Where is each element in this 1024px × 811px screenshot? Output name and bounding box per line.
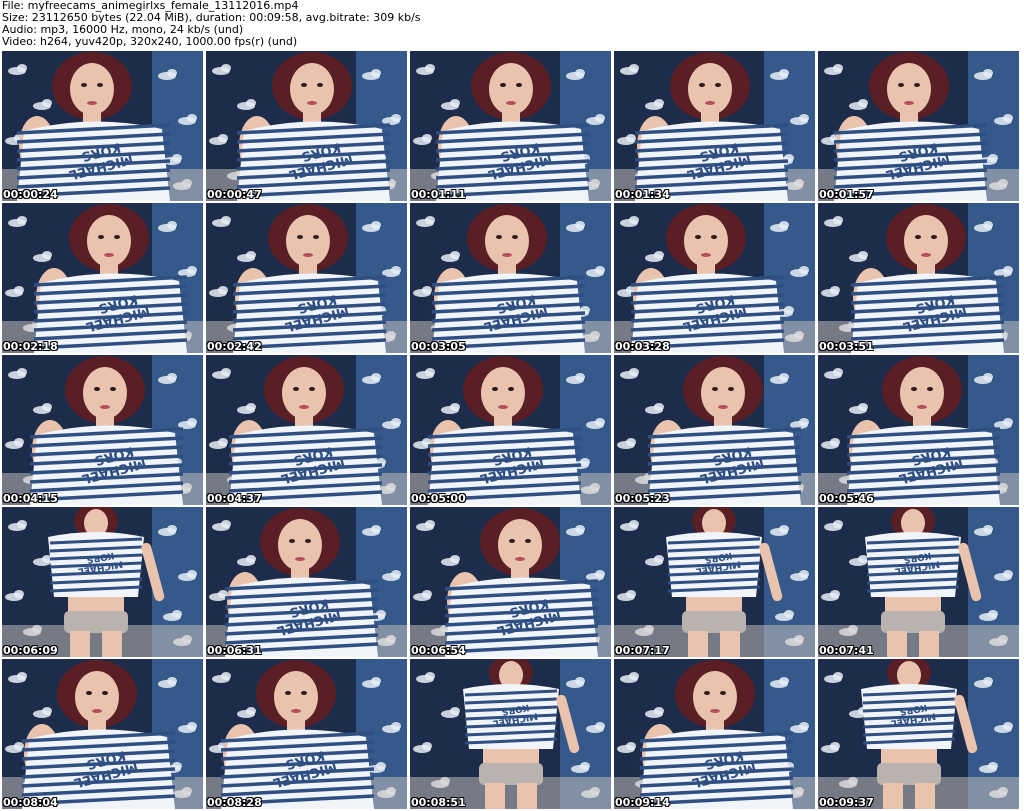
thumbnail-frame-image: MICHAELKORS	[818, 659, 1019, 809]
thumbnail-frame-image: MICHAELKORS	[818, 51, 1019, 201]
video-thumbnail: MICHAEL KORS 00:08:28	[206, 659, 407, 809]
timestamp-label: 00:06:09	[3, 644, 58, 657]
timestamp-label: 00:00:24	[3, 188, 58, 201]
timestamp-label: 00:04:15	[3, 492, 58, 505]
thumbnail-frame-image: MICHAELKORS	[206, 51, 407, 201]
timestamp-label: 00:01:57	[819, 188, 874, 201]
timestamp-label: 00:07:41	[819, 644, 874, 657]
timestamp-label: 00:05:23	[615, 492, 670, 505]
thumbnail-frame-image: MICHAELKORS	[410, 355, 611, 505]
video-thumbnail: MICHAEL KORS 00:02:18	[2, 203, 203, 353]
video-thumbnail: MICHAEL KORS 00:07:41	[818, 507, 1019, 657]
video-thumbnail: MICHAEL KORS 00:04:15	[2, 355, 203, 505]
timestamp-label: 00:07:17	[615, 644, 670, 657]
video-thumbnail: MICHAEL KORS 00:08:51	[410, 659, 611, 809]
timestamp-label: 00:02:18	[3, 340, 58, 353]
video-thumbnail: MICHAEL KORS 00:06:31	[206, 507, 407, 657]
thumbnail-frame-image: MICHAELKORS	[818, 507, 1019, 657]
video-thumbnail: MICHAEL KORS 00:06:09	[2, 507, 203, 657]
video-thumbnail: MICHAEL KORS 00:02:42	[206, 203, 407, 353]
thumbnail-frame-image: MICHAELKORS	[614, 203, 815, 353]
timestamp-label: 00:04:37	[207, 492, 262, 505]
timestamp-label: 00:06:54	[411, 644, 466, 657]
video-thumbnail: MICHAEL KORS 00:05:00	[410, 355, 611, 505]
thumbnail-frame-image: MICHAELKORS	[206, 659, 407, 809]
thumbnail-frame-image: MICHAELKORS	[206, 203, 407, 353]
video-thumbnail: MICHAEL KORS 00:07:17	[614, 507, 815, 657]
timestamp-label: 00:05:46	[819, 492, 874, 505]
timestamp-label: 00:03:28	[615, 340, 670, 353]
thumbnail-frame-image: MICHAELKORS	[818, 203, 1019, 353]
timestamp-label: 00:09:37	[819, 796, 874, 809]
thumbnail-frame-image: MICHAELKORS	[410, 51, 611, 201]
video-thumbnail: MICHAEL KORS 00:05:46	[818, 355, 1019, 505]
video-thumbnail: MICHAEL KORS 00:04:37	[206, 355, 407, 505]
file-info-header: File: myfreecams_animegirlxs_female_1311…	[2, 0, 1002, 48]
video-thumbnail: MICHAEL KORS 00:03:51	[818, 203, 1019, 353]
thumbnail-frame-image: MICHAELKORS	[614, 355, 815, 505]
thumbnail-frame-image: MICHAELKORS	[614, 507, 815, 657]
timestamp-label: 00:08:51	[411, 796, 466, 809]
video-thumbnail: MICHAEL KORS 00:00:24	[2, 51, 203, 201]
timestamp-label: 00:05:00	[411, 492, 466, 505]
thumbnail-frame-image: MICHAELKORS	[2, 507, 203, 657]
video-thumbnail: MICHAEL KORS 00:01:57	[818, 51, 1019, 201]
video-thumbnail: MICHAEL KORS 00:05:23	[614, 355, 815, 505]
timestamp-label: 00:03:05	[411, 340, 466, 353]
video-thumbnail: MICHAEL KORS 00:01:11	[410, 51, 611, 201]
thumbnail-frame-image: MICHAELKORS	[818, 355, 1019, 505]
timestamp-label: 00:03:51	[819, 340, 874, 353]
video-thumbnail: MICHAEL KORS 00:01:34	[614, 51, 815, 201]
video-thumbnail: MICHAEL KORS 00:03:28	[614, 203, 815, 353]
thumbnail-frame-image: MICHAELKORS	[410, 507, 611, 657]
video-thumbnail: MICHAEL KORS 00:00:47	[206, 51, 407, 201]
video-thumbnail: MICHAEL KORS 00:09:37	[818, 659, 1019, 809]
video-thumbnail: MICHAEL KORS 00:03:05	[410, 203, 611, 353]
thumbnail-frame-image: MICHAELKORS	[206, 355, 407, 505]
video-thumbnail: MICHAEL KORS 00:06:54	[410, 507, 611, 657]
timestamp-label: 00:01:34	[615, 188, 670, 201]
timestamp-label: 00:08:28	[207, 796, 262, 809]
thumbnail-frame-image: MICHAELKORS	[2, 203, 203, 353]
timestamp-label: 00:00:47	[207, 188, 262, 201]
thumbnail-frame-image: MICHAELKORS	[614, 51, 815, 201]
video-thumbnail: MICHAEL KORS 00:08:04	[2, 659, 203, 809]
timestamp-label: 00:09:14	[615, 796, 670, 809]
thumbnail-frame-image: MICHAELKORS	[614, 659, 815, 809]
timestamp-label: 00:02:42	[207, 340, 262, 353]
video-info-line: Video: h264, yuv420p, 320x240, 1000.00 f…	[2, 35, 298, 48]
thumbnail-frame-image: MICHAELKORS	[2, 659, 203, 809]
thumbnail-frame-image: MICHAELKORS	[206, 507, 407, 657]
thumbnail-frame-image: MICHAELKORS	[2, 355, 203, 505]
timestamp-label: 00:08:04	[3, 796, 58, 809]
video-thumbnail: MICHAEL KORS 00:09:14	[614, 659, 815, 809]
timestamp-label: 00:01:11	[411, 188, 466, 201]
thumbnail-frame-image: MICHAELKORS	[2, 51, 203, 201]
thumbnail-grid: MICHAEL KORS 00:00:24 MICHAEL KORS 00:00:47 MI…	[2, 51, 1019, 809]
thumbnail-frame-image: MICHAELKORS	[410, 659, 611, 809]
thumbnail-frame-image: MICHAELKORS	[410, 203, 611, 353]
timestamp-label: 00:06:31	[207, 644, 262, 657]
